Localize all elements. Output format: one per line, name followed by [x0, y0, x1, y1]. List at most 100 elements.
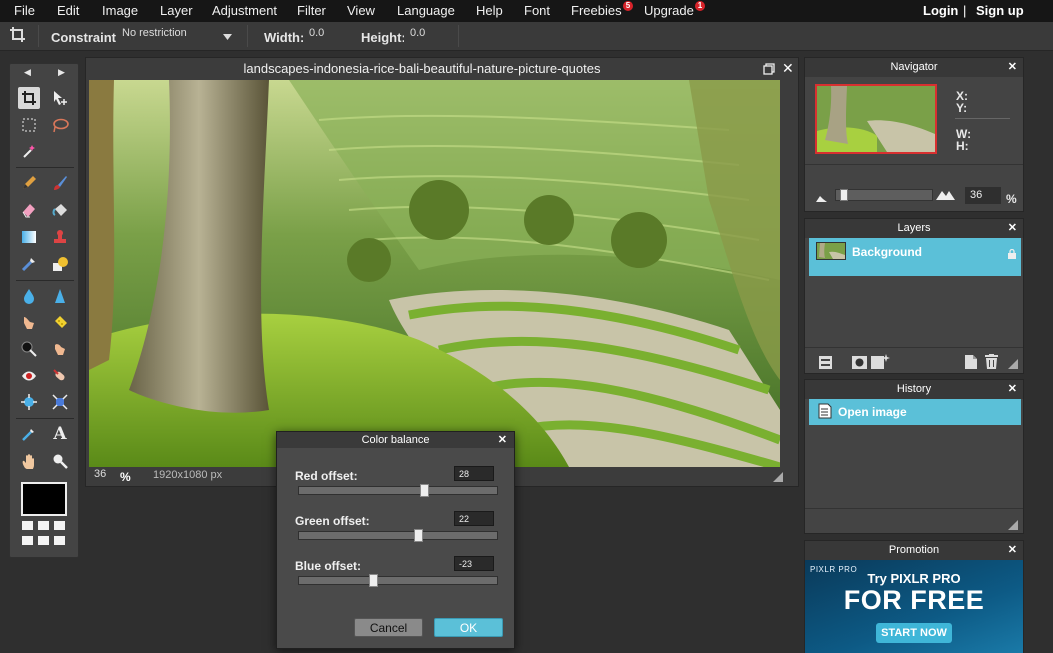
blur-icon[interactable] — [18, 285, 40, 307]
menu-layer[interactable]: Layer — [160, 3, 193, 18]
chevron-left-icon[interactable]: ◀ — [24, 67, 31, 78]
burn-icon[interactable] — [49, 338, 71, 360]
chevron-right-icon[interactable]: ▶ — [58, 67, 65, 78]
blue-offset-slider[interactable] — [298, 574, 498, 587]
green-offset-slider[interactable] — [298, 529, 498, 542]
dodge-icon[interactable] — [18, 338, 40, 360]
crop-icon[interactable] — [18, 87, 40, 109]
zoom-value[interactable]: 36 — [94, 468, 106, 480]
drawing-icon[interactable] — [49, 253, 71, 275]
type-icon[interactable]: A — [49, 423, 71, 445]
menu-edit[interactable]: Edit — [57, 3, 79, 18]
foreground-color-swatch[interactable] — [21, 482, 67, 516]
sponge-icon[interactable] — [49, 312, 71, 334]
history-item[interactable]: Open image — [809, 399, 1021, 425]
red-offset-slider[interactable] — [298, 484, 498, 497]
nav-zoom-field[interactable]: 36 — [965, 187, 1001, 204]
zoom-in-icon[interactable] — [936, 189, 955, 203]
navigator-thumbnail[interactable] — [815, 84, 937, 154]
history-panel: History ✕ Open image — [804, 379, 1024, 534]
navigator-header: Navigator ✕ — [805, 58, 1023, 77]
paint-bucket-icon[interactable] — [49, 199, 71, 221]
move-icon[interactable] — [49, 87, 71, 109]
zoom-out-icon[interactable] — [816, 191, 827, 205]
start-now-button[interactable]: START NOW — [876, 623, 952, 643]
zoom-slider-thumb[interactable] — [840, 189, 848, 201]
signup-link[interactable]: Sign up — [976, 3, 1024, 18]
blue-offset-thumb[interactable] — [369, 574, 378, 587]
clone-stamp-icon[interactable] — [49, 226, 71, 248]
spot-heal-icon[interactable] — [49, 365, 71, 387]
resize-grip-icon[interactable] — [773, 472, 783, 485]
width-label: Width: — [264, 30, 305, 45]
marquee-icon[interactable] — [18, 114, 40, 136]
blue-offset-field[interactable]: -23 — [454, 556, 494, 571]
lasso-icon[interactable] — [49, 114, 71, 136]
layer-mask-icon[interactable] — [852, 356, 867, 372]
swatch-mini[interactable] — [38, 536, 49, 545]
hand-icon[interactable] — [18, 450, 40, 472]
swatch-mini[interactable] — [22, 521, 33, 530]
height-field[interactable]: 0.0 — [404, 26, 444, 45]
red-offset-thumb[interactable] — [420, 484, 429, 497]
menu-view[interactable]: View — [347, 3, 375, 18]
canvas-image[interactable] — [89, 80, 780, 467]
zoom-slider[interactable] — [835, 189, 933, 201]
sharpen-icon[interactable] — [49, 285, 71, 307]
magic-wand-icon[interactable] — [18, 140, 40, 162]
cancel-button[interactable]: Cancel — [354, 618, 423, 637]
menu-bar: File Edit Image Layer Adjustment Filter … — [0, 0, 1053, 22]
new-layer-icon[interactable] — [965, 355, 977, 372]
menu-freebies[interactable]: Freebies — [571, 3, 622, 18]
width-field[interactable]: 0.0 — [303, 26, 343, 45]
bloat-icon[interactable] — [18, 391, 40, 413]
close-icon[interactable]: ✕ — [498, 433, 507, 446]
promotion-banner[interactable]: PIXLR PRO Try PIXLR PRO FOR FREE START N… — [805, 560, 1023, 653]
menu-upgrade[interactable]: Upgrade — [644, 3, 694, 18]
menu-adjustment[interactable]: Adjustment — [212, 3, 277, 18]
divider — [38, 25, 39, 47]
menu-file[interactable]: File — [14, 3, 35, 18]
menu-filter[interactable]: Filter — [297, 3, 326, 18]
close-icon[interactable]: ✕ — [1008, 219, 1017, 238]
layer-settings-icon[interactable] — [819, 356, 832, 372]
constraint-select[interactable]: No restriction — [116, 26, 234, 45]
smudge-icon[interactable] — [18, 312, 40, 334]
menu-font[interactable]: Font — [524, 3, 550, 18]
pencil-icon[interactable] — [18, 172, 40, 194]
divider — [805, 347, 1023, 348]
login-link[interactable]: Login — [923, 3, 958, 18]
green-offset-thumb[interactable] — [414, 529, 423, 542]
brush-icon[interactable] — [49, 172, 71, 194]
resize-grip-icon[interactable] — [1008, 519, 1018, 533]
ok-button[interactable]: OK — [434, 618, 503, 637]
eraser-icon[interactable] — [18, 199, 40, 221]
green-offset-field[interactable]: 22 — [454, 511, 494, 526]
close-icon[interactable]: ✕ — [1008, 58, 1017, 77]
red-eye-icon[interactable] — [18, 365, 40, 387]
swatch-mini[interactable] — [38, 521, 49, 530]
menu-help[interactable]: Help — [476, 3, 503, 18]
height-label: Height: — [361, 30, 406, 45]
divider — [16, 167, 74, 168]
swatch-mini[interactable] — [54, 536, 65, 545]
close-icon[interactable]: ✕ — [782, 60, 794, 77]
menu-language[interactable]: Language — [397, 3, 455, 18]
swatch-mini[interactable] — [54, 521, 65, 530]
dialog-header[interactable]: Color balance — [277, 432, 514, 448]
color-replace-icon[interactable] — [18, 253, 40, 275]
close-icon[interactable]: ✕ — [1008, 541, 1017, 560]
layer-style-icon[interactable] — [871, 354, 891, 372]
close-icon[interactable]: ✕ — [1008, 380, 1017, 399]
color-picker-icon[interactable] — [18, 423, 40, 445]
swatch-mini[interactable] — [22, 536, 33, 545]
trash-icon[interactable] — [985, 354, 998, 372]
gradient-icon[interactable] — [18, 226, 40, 248]
layer-row[interactable]: Background — [809, 238, 1021, 276]
menu-image[interactable]: Image — [102, 3, 138, 18]
red-offset-field[interactable]: 28 — [454, 466, 494, 481]
zoom-icon[interactable] — [49, 450, 71, 472]
restore-icon[interactable] — [763, 63, 775, 78]
resize-grip-icon[interactable] — [1008, 358, 1018, 372]
pinch-icon[interactable] — [49, 391, 71, 413]
